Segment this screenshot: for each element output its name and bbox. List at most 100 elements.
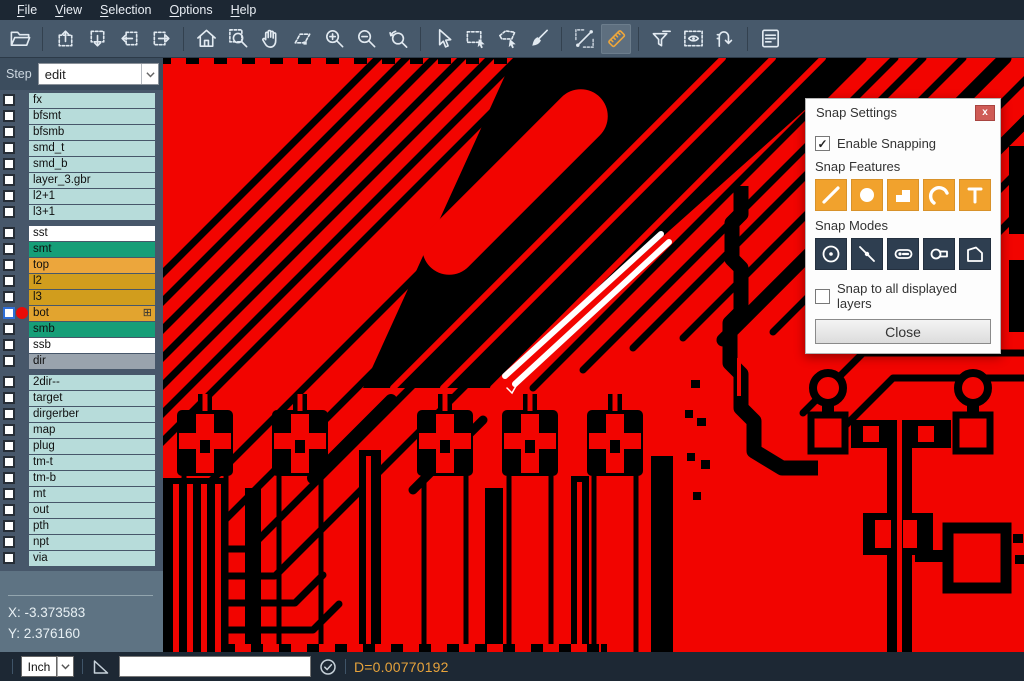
layer-visibility-checkbox[interactable] — [3, 392, 15, 404]
layer-label[interactable]: out — [29, 503, 155, 518]
dialog-titlebar[interactable]: Snap Settings x — [806, 99, 1000, 126]
snap-feature-circle-button[interactable] — [851, 179, 883, 211]
layer-visibility-checkbox[interactable] — [3, 243, 15, 255]
move-view-button[interactable] — [287, 24, 317, 54]
refresh-check-icon[interactable] — [319, 658, 337, 676]
pan-right-button[interactable] — [146, 24, 176, 54]
layer-label[interactable]: map — [29, 423, 155, 438]
layer-row-smd_t[interactable]: smd_t — [0, 140, 163, 156]
layer-label[interactable]: smt — [29, 242, 155, 257]
layer-visibility-checkbox[interactable] — [3, 408, 15, 420]
layer-label[interactable]: smd_b — [29, 157, 155, 172]
pan-up-button[interactable] — [50, 24, 80, 54]
snap-feature-surface-button[interactable] — [887, 179, 919, 211]
menu-options[interactable]: Options — [160, 1, 221, 19]
layer-label[interactable]: mt — [29, 487, 155, 502]
view-options-button[interactable] — [678, 24, 708, 54]
step-dropdown[interactable]: edit — [38, 63, 159, 85]
pan-hand-button[interactable] — [255, 24, 285, 54]
layer-row-bot[interactable]: bot⊞ — [0, 305, 163, 321]
chevron-down-icon[interactable] — [57, 656, 74, 677]
layer-row-dirgerber[interactable]: dirgerber — [0, 406, 163, 422]
zoom-in-button[interactable] — [319, 24, 349, 54]
layer-row-smb[interactable]: smb — [0, 321, 163, 337]
layer-label[interactable]: target — [29, 391, 155, 406]
layer-visibility-checkbox[interactable] — [3, 520, 15, 532]
layer-label[interactable]: dir — [29, 354, 155, 369]
layer-row-npt[interactable]: npt — [0, 534, 163, 550]
layer-row-plug[interactable]: plug — [0, 438, 163, 454]
snap-mode-center-button[interactable] — [815, 238, 847, 270]
layer-visibility-checkbox[interactable] — [3, 307, 15, 319]
layer-label[interactable]: dirgerber — [29, 407, 155, 422]
layer-visibility-checkbox[interactable] — [3, 472, 15, 484]
pan-left-button[interactable] — [114, 24, 144, 54]
home-view-button[interactable] — [191, 24, 221, 54]
select-cursor-button[interactable] — [428, 24, 458, 54]
measure-line-button[interactable] — [569, 24, 599, 54]
layer-visibility-checkbox[interactable] — [3, 456, 15, 468]
select-polygon-button[interactable] — [492, 24, 522, 54]
menu-help[interactable]: Help — [222, 1, 266, 19]
layer-row-l3[interactable]: l3 — [0, 289, 163, 305]
layer-label[interactable]: smb — [29, 322, 155, 337]
layer-row-out[interactable]: out — [0, 502, 163, 518]
layer-label[interactable]: tm-b — [29, 471, 155, 486]
angle-measure-icon[interactable] — [91, 657, 111, 677]
layer-row-l2[interactable]: l2 — [0, 273, 163, 289]
layer-label[interactable]: l2 — [29, 274, 155, 289]
layer-visibility-checkbox[interactable] — [3, 142, 15, 154]
layer-row-bfsmb[interactable]: bfsmb — [0, 124, 163, 140]
layer-label[interactable]: bot⊞ — [29, 306, 155, 321]
snap-mode-slot-outline-button[interactable] — [923, 238, 955, 270]
layer-visibility-checkbox[interactable] — [3, 355, 15, 367]
layer-label[interactable]: sst — [29, 226, 155, 241]
layer-label[interactable]: layer_3.gbr — [29, 173, 155, 188]
ruler-button[interactable] — [601, 24, 631, 54]
layer-label[interactable]: 2dir-- — [29, 375, 155, 390]
layer-label[interactable]: fx — [29, 93, 155, 108]
layer-row-dir[interactable]: dir — [0, 353, 163, 369]
clean-brush-button[interactable] — [524, 24, 554, 54]
snap-mode-point-on-line-button[interactable] — [851, 238, 883, 270]
layer-visibility-checkbox[interactable] — [3, 275, 15, 287]
zoom-previous-button[interactable] — [383, 24, 413, 54]
enable-snapping-checkbox[interactable]: ✓ — [815, 136, 830, 151]
menu-selection[interactable]: Selection — [91, 1, 160, 19]
layer-row-layer_3.gbr[interactable]: layer_3.gbr — [0, 172, 163, 188]
select-rectangle-button[interactable] — [460, 24, 490, 54]
dialog-close-icon[interactable]: x — [975, 105, 995, 121]
layer-visibility-checkbox[interactable] — [3, 504, 15, 516]
layer-row-via[interactable]: via — [0, 550, 163, 566]
zoom-window-button[interactable] — [223, 24, 253, 54]
measure-input[interactable] — [119, 656, 311, 677]
layer-row-smd_b[interactable]: smd_b — [0, 156, 163, 172]
filter-button[interactable] — [646, 24, 676, 54]
layer-row-ssb[interactable]: ssb — [0, 337, 163, 353]
layer-label[interactable]: l3+1 — [29, 205, 155, 220]
layer-visibility-checkbox[interactable] — [3, 174, 15, 186]
layer-label[interactable]: bfsmt — [29, 109, 155, 124]
layer-label[interactable]: pth — [29, 519, 155, 534]
snap-feature-arc-button[interactable] — [923, 179, 955, 211]
layer-visibility-checkbox[interactable] — [3, 376, 15, 388]
layer-label[interactable]: top — [29, 258, 155, 273]
layer-label[interactable]: tm-t — [29, 455, 155, 470]
layer-visibility-checkbox[interactable] — [3, 158, 15, 170]
layer-row-pth[interactable]: pth — [0, 518, 163, 534]
layer-visibility-checkbox[interactable] — [3, 206, 15, 218]
layer-visibility-checkbox[interactable] — [3, 552, 15, 564]
zoom-out-button[interactable] — [351, 24, 381, 54]
snap-mode-contour-button[interactable] — [959, 238, 991, 270]
layer-row-l2+1[interactable]: l2+1 — [0, 188, 163, 204]
measure-path-button[interactable] — [710, 24, 740, 54]
menu-view[interactable]: View — [46, 1, 91, 19]
layer-visibility-checkbox[interactable] — [3, 110, 15, 122]
pan-down-button[interactable] — [82, 24, 112, 54]
menu-file[interactable]: File — [8, 1, 46, 19]
layer-row-2dir--[interactable]: 2dir-- — [0, 374, 163, 390]
layer-visibility-checkbox[interactable] — [3, 94, 15, 106]
snap-mode-slot-center-button[interactable] — [887, 238, 919, 270]
layer-row-mt[interactable]: mt — [0, 486, 163, 502]
layer-label[interactable]: smd_t — [29, 141, 155, 156]
